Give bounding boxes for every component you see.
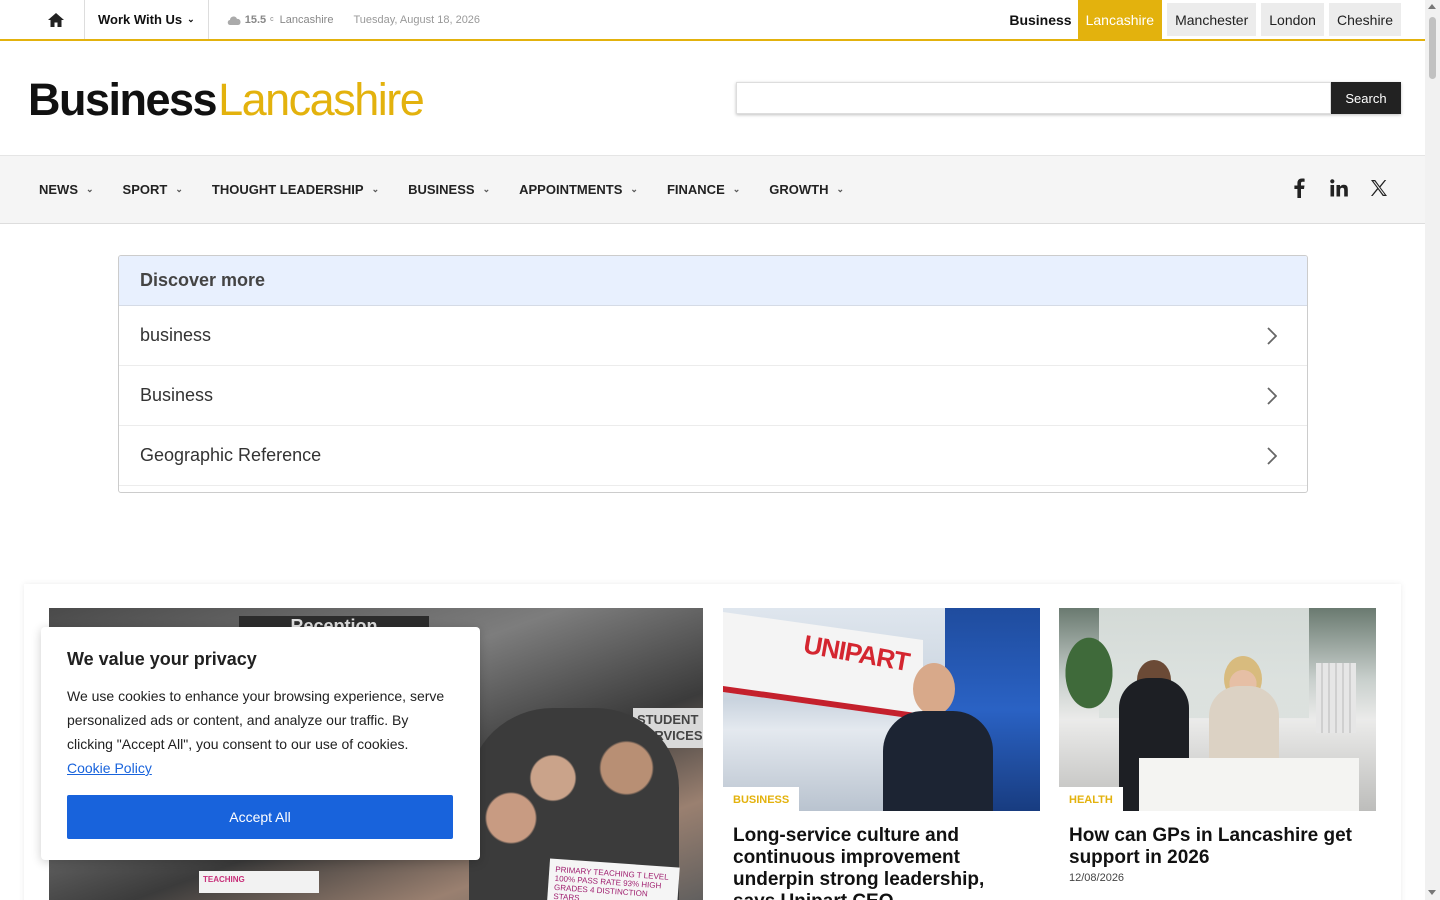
nav-item-appointments[interactable]: APPOINTMENTS ⌄ bbox=[519, 182, 638, 197]
top-bar: Work With Us ⌄ 15.5 c Lancashire Tuesday… bbox=[0, 0, 1425, 41]
chevron-right-icon bbox=[1267, 446, 1277, 465]
nav-item-sport[interactable]: SPORT ⌄ bbox=[123, 182, 183, 197]
scroll-down-arrow-icon[interactable] bbox=[1428, 890, 1436, 895]
article-title[interactable]: Long-service culture and continuous impr… bbox=[723, 811, 1040, 900]
article-card[interactable]: HEALTH How can GPs in Lancashire get sup… bbox=[1059, 608, 1376, 884]
chevron-down-icon: ⌄ bbox=[836, 184, 845, 194]
radiator bbox=[1316, 663, 1356, 733]
discover-item-business-2[interactable]: Business bbox=[119, 366, 1307, 426]
nav-item-label: SPORT bbox=[122, 182, 168, 197]
article-card[interactable]: UNIPART BUSINESS Long-service culture an… bbox=[723, 608, 1040, 900]
search-form: Search bbox=[736, 82, 1401, 114]
tab-manchester[interactable]: Manchester bbox=[1167, 3, 1257, 36]
nav-item-label: GROWTH bbox=[769, 182, 829, 197]
nav-item-label: FINANCE bbox=[666, 182, 725, 197]
work-with-us-dropdown[interactable]: Work With Us ⌄ bbox=[85, 0, 209, 39]
tab-cheshire[interactable]: Cheshire bbox=[1328, 3, 1401, 36]
nav-item-label: NEWS bbox=[39, 182, 78, 197]
weather-unit: c bbox=[270, 16, 274, 23]
ceo-portrait bbox=[883, 663, 993, 811]
desk bbox=[1139, 758, 1359, 811]
chevron-down-icon: ⌄ bbox=[371, 184, 380, 194]
discover-more-panel: Discover more business Business Geograph… bbox=[118, 255, 1308, 493]
cookie-consent-banner: We value your privacy We use cookies to … bbox=[41, 627, 480, 860]
chevron-down-icon: ⌄ bbox=[482, 184, 491, 194]
cookie-title: We value your privacy bbox=[67, 649, 257, 669]
cookie-text: We use cookies to enhance your browsing … bbox=[67, 684, 447, 780]
chevron-down-icon: ⌄ bbox=[175, 184, 183, 194]
logo-part-business: Business bbox=[28, 74, 218, 125]
current-date: Tuesday, August 18, 2026 bbox=[353, 13, 481, 26]
tab-lancashire[interactable]: Lancashire bbox=[1077, 0, 1163, 39]
chevron-down-icon: ⌄ bbox=[732, 184, 741, 194]
cookie-body: We use cookies to enhance your browsing … bbox=[67, 688, 445, 752]
search-input[interactable] bbox=[736, 82, 1331, 114]
scrollbar-thumb[interactable] bbox=[1429, 17, 1436, 79]
cookie-policy-link[interactable]: Cookie Policy bbox=[67, 760, 152, 776]
facebook-icon[interactable] bbox=[1289, 176, 1309, 200]
page-scrollbar[interactable] bbox=[1425, 0, 1440, 900]
accept-all-button[interactable]: Accept All bbox=[67, 795, 453, 839]
tab-london[interactable]: London bbox=[1261, 3, 1324, 36]
weather-temp: 15.5 bbox=[244, 13, 267, 26]
brand-label: Business bbox=[1009, 11, 1072, 28]
article-title[interactable]: How can GPs in Lancashire get support in… bbox=[1059, 811, 1376, 869]
chevron-right-icon bbox=[1267, 386, 1277, 405]
category-badge[interactable]: BUSINESS bbox=[723, 787, 800, 811]
discover-item-label: business bbox=[140, 325, 212, 345]
work-with-us-label: Work With Us bbox=[98, 12, 183, 27]
logo-part-lancashire: Lancashire bbox=[218, 74, 425, 125]
nav-item-label: BUSINESS bbox=[408, 182, 475, 197]
nav-item-business[interactable]: BUSINESS ⌄ bbox=[408, 182, 490, 197]
scroll-up-arrow-icon[interactable] bbox=[1428, 4, 1436, 9]
category-badge[interactable]: HEALTH bbox=[1059, 787, 1123, 811]
home-icon bbox=[48, 12, 64, 27]
cloud-icon bbox=[227, 15, 241, 25]
chevron-down-icon: ⌄ bbox=[187, 14, 195, 24]
search-button[interactable]: Search bbox=[1331, 82, 1401, 114]
article-date: 12/08/2026 bbox=[1069, 872, 1125, 884]
nav-item-growth[interactable]: GROWTH ⌄ bbox=[769, 182, 844, 197]
main-nav: NEWS ⌄ SPORT ⌄ THOUGHT LEADERSHIP ⌄ BUSINES… bbox=[0, 155, 1425, 224]
discover-item-label: Business bbox=[140, 385, 214, 405]
home-button[interactable] bbox=[28, 0, 85, 39]
hero-teaching-banner: TEACHING bbox=[199, 871, 319, 893]
weather-widget: 15.5 c Lancashire bbox=[226, 13, 334, 26]
nav-item-news[interactable]: NEWS ⌄ bbox=[39, 182, 94, 197]
nav-item-label: APPOINTMENTS bbox=[519, 182, 623, 197]
nav-item-finance[interactable]: FINANCE ⌄ bbox=[667, 182, 740, 197]
chevron-right-icon bbox=[1267, 326, 1277, 345]
nav-item-thought-leadership[interactable]: THOUGHT LEADERSHIP ⌄ bbox=[212, 182, 379, 197]
discover-item-label: Geographic Reference bbox=[140, 445, 322, 465]
x-icon[interactable] bbox=[1369, 176, 1389, 200]
plant bbox=[1059, 628, 1119, 718]
nav-item-label: THOUGHT LEADERSHIP bbox=[211, 182, 364, 197]
discover-item-business[interactable]: business bbox=[119, 306, 1307, 366]
region-tabs: Business Lancashire Manchester London Ch… bbox=[1003, 0, 1401, 39]
discover-item-geographic-reference[interactable]: Geographic Reference bbox=[119, 426, 1307, 486]
chevron-down-icon: ⌄ bbox=[86, 184, 94, 194]
article-image: HEALTH bbox=[1059, 608, 1376, 811]
discover-more-title: Discover more bbox=[119, 256, 1307, 306]
chevron-down-icon: ⌄ bbox=[630, 184, 638, 194]
article-image: UNIPART BUSINESS bbox=[723, 608, 1040, 811]
weather-location: Lancashire bbox=[279, 13, 334, 26]
social-links bbox=[1289, 176, 1389, 200]
site-logo[interactable]: Business Lancashire bbox=[28, 74, 425, 125]
linkedin-icon[interactable] bbox=[1329, 176, 1349, 200]
